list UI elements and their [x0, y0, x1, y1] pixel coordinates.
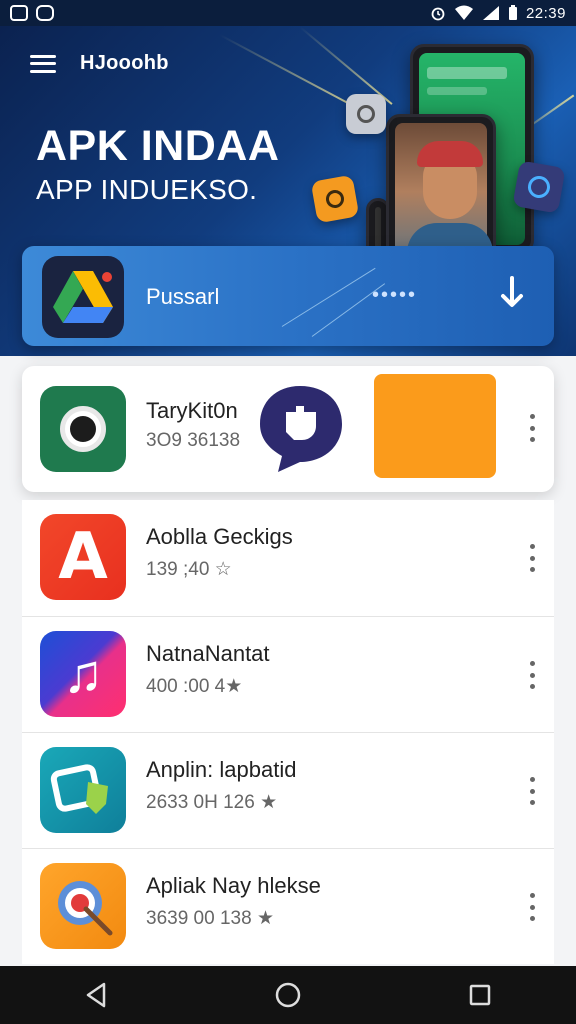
featured-app-name: TaryKit0n [146, 398, 238, 423]
app-meta: 139 ;40 ☆ [146, 559, 232, 580]
music-note-app-icon: ♫ [40, 631, 126, 717]
target-app-icon [40, 863, 126, 949]
app-list: A Aoblla Geckigs 139 ;40 ☆ ♫ NatnaNantat… [22, 500, 554, 964]
battery-icon [508, 5, 517, 20]
list-item[interactable]: A Aoblla Geckigs 139 ;40 ☆ [22, 500, 554, 616]
recents-icon[interactable] [460, 975, 500, 1015]
light-ray [219, 34, 362, 111]
teal-shield-app-icon [40, 747, 126, 833]
chat-bubble-icon [260, 386, 342, 472]
wifi-icon [454, 5, 473, 20]
featured-app-card[interactable]: TaryKit0n 3O9 36138 [22, 366, 554, 492]
more-options-icon[interactable] [526, 544, 538, 572]
progress-dots: ••••• [372, 284, 418, 306]
camera-icon [310, 174, 360, 224]
downloader-bar[interactable]: Pussarl ••••• [22, 246, 554, 346]
download-icon[interactable] [494, 274, 530, 314]
downloader-label: Pussarl [146, 284, 220, 309]
app-name: Anplin: lapbatid [146, 757, 297, 782]
back-icon[interactable] [76, 975, 116, 1015]
list-item[interactable]: Anplin: lapbatid 2633 0H 126 ★ [22, 732, 554, 848]
app-name: NatnaNantat [146, 641, 270, 666]
more-options-icon[interactable] [526, 414, 538, 442]
app-brand: HJooohb [80, 52, 169, 74]
camera-icon [512, 160, 566, 214]
app-meta: 3639 00 138 ★ [146, 908, 274, 929]
orange-app-tile [374, 374, 496, 478]
camera-app-icon [40, 386, 126, 472]
featured-app-meta: 3O9 36138 [146, 430, 241, 451]
drive-icon [42, 256, 124, 338]
more-options-icon[interactable] [526, 777, 538, 805]
status-bar: 22:39 [0, 0, 576, 26]
app-meta: 400 :00 4★ [146, 676, 243, 697]
notification-icon [36, 5, 54, 21]
system-nav-bar [0, 966, 576, 1024]
menu-icon[interactable] [30, 54, 56, 73]
light-ray [299, 26, 393, 105]
status-time: 22:39 [525, 4, 566, 22]
app-name: Apliak Nay hlekse [146, 873, 321, 898]
alarm-icon [431, 7, 445, 21]
home-icon[interactable] [268, 975, 308, 1015]
more-options-icon[interactable] [526, 661, 538, 689]
signal-icon [482, 6, 499, 20]
hero-subtitle: APP INDUEKSO. [36, 174, 258, 205]
hero-title: APK INDAA [36, 122, 280, 170]
list-item[interactable]: Apliak Nay hlekse 3639 00 138 ★ [22, 848, 554, 964]
red-a-app-icon: A [40, 514, 126, 600]
app-meta: 2633 0H 126 ★ [146, 792, 278, 813]
notification-icon [10, 5, 28, 21]
app-name: Aoblla Geckigs [146, 524, 293, 549]
list-item[interactable]: ♫ NatnaNantat 400 :00 4★ [22, 616, 554, 732]
more-options-icon[interactable] [526, 893, 538, 921]
camera-icon [346, 94, 386, 134]
